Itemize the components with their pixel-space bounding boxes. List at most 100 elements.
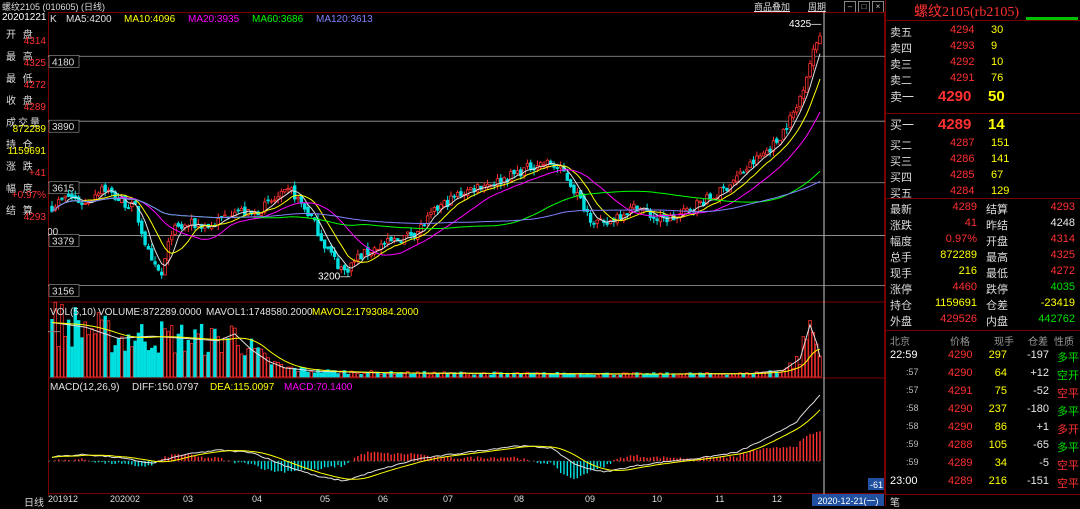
candle-body	[100, 186, 104, 195]
candle-body	[60, 197, 64, 200]
stat-label: 现手	[890, 268, 912, 280]
candle-body	[529, 162, 533, 170]
volume-bar	[558, 374, 563, 378]
candle-body	[632, 203, 636, 209]
volume-bar	[219, 352, 224, 378]
candle-body	[342, 265, 347, 271]
volume-bar	[239, 353, 244, 378]
bar-info-value: 4293	[23, 212, 46, 223]
tick-diff: -5	[1039, 457, 1049, 469]
ask-volume: 10	[991, 56, 1004, 68]
bid-label: 买一	[890, 118, 915, 132]
volume-bar	[406, 371, 410, 378]
x-axis-label: 12	[772, 494, 783, 504]
vol-legend-mavol1: MAVOL1:1748580.2000	[206, 307, 313, 318]
candle-body	[625, 213, 629, 216]
tick-volume: 297	[988, 349, 1007, 361]
candle-body	[435, 205, 440, 211]
tick-header-volume: 现手	[994, 337, 1014, 348]
candle-body	[169, 235, 174, 241]
x-axis-label: 04	[252, 494, 263, 504]
candle-body	[542, 163, 546, 166]
period-tab[interactable]: 日线	[24, 494, 44, 509]
ticks-tab[interactable]: 笔	[890, 494, 900, 509]
candle-body	[269, 200, 274, 203]
stat-label: 开盘	[986, 236, 1008, 248]
volume-bar	[492, 371, 496, 378]
candle-body	[386, 238, 390, 244]
volume-bar	[668, 373, 673, 378]
ask-row: 卖一 4290 50	[886, 88, 1080, 105]
volume-bar	[615, 373, 619, 378]
volume-bar	[642, 374, 646, 378]
candle-body	[785, 128, 789, 130]
bid-volume: 14	[988, 116, 1005, 133]
volume-bar	[83, 321, 87, 378]
candle-body	[425, 215, 430, 224]
volume-bar	[322, 371, 327, 378]
candle-body	[788, 115, 792, 128]
volume-bar	[243, 355, 247, 378]
stat-label: 涨跌	[890, 220, 912, 232]
volume-bar	[412, 373, 417, 378]
tick-row: 23:00 4289 216 -151 空平	[886, 475, 1080, 493]
candle-body	[565, 172, 570, 181]
title-bar: 螺纹2105 (010605) (日线) 商品叠加 周期 – □ ×	[0, 0, 885, 13]
volume-bar	[319, 372, 323, 378]
volume-bar	[588, 374, 593, 378]
volume-bar	[392, 374, 397, 378]
volume-bar	[422, 371, 427, 378]
candle-body	[618, 214, 623, 220]
candle-body	[731, 179, 736, 184]
ask-volume: 9	[991, 40, 998, 52]
candle-body	[442, 200, 447, 208]
candle-body	[80, 202, 84, 205]
volume-bar	[96, 312, 101, 378]
tick-volume: 237	[988, 403, 1007, 415]
tick-time: :59	[906, 457, 919, 467]
tick-time: :57	[906, 367, 919, 377]
candle-body	[795, 107, 799, 113]
bid-volume: 141	[991, 153, 1010, 165]
tick-nature: 多平	[1057, 352, 1079, 364]
volume-bar	[269, 364, 274, 378]
stat-value: 1159691	[934, 297, 977, 309]
macd-legend-dea: DEA:115.0097	[210, 382, 275, 393]
x-axis-label: 202002	[110, 494, 141, 504]
candle-body	[781, 128, 786, 141]
candle-body	[429, 211, 433, 215]
candle-body	[455, 192, 460, 197]
ask-volume: 50	[988, 88, 1005, 105]
candle-body	[243, 206, 247, 216]
candle-body	[93, 194, 97, 200]
volume-bar	[203, 354, 207, 378]
candle-body	[239, 207, 244, 212]
bid-price: 4289	[938, 116, 972, 133]
price-axis-label: 3615	[52, 184, 75, 195]
bid-price: 4284	[950, 185, 975, 197]
chart-area[interactable]: 4180 3890 3615 3379 3156 3400 4325— 3200— K MA5:4…	[48, 12, 885, 494]
candle-body	[266, 199, 270, 202]
tick-time: 23:00	[890, 475, 918, 487]
volume-bar	[555, 372, 560, 378]
x-axis-label: 10	[652, 494, 663, 504]
legend-ma5: MA5:4200	[66, 14, 112, 25]
price-axis-label: 3400	[48, 227, 59, 238]
tick-row: :58 4290 86 +1 多开	[886, 421, 1080, 439]
bar-info-value: 1159691	[7, 146, 46, 157]
price-axis-label: 4180	[52, 57, 75, 68]
candle-body	[319, 233, 323, 241]
divider	[886, 494, 1080, 495]
candle-body	[66, 193, 71, 197]
stat-label: 最高	[986, 252, 1008, 264]
stat-row: 幅度 0.97% 开盘 4314	[886, 233, 1080, 249]
candle-body	[808, 63, 812, 77]
volume-bar	[136, 332, 141, 378]
volume-bar	[665, 372, 669, 378]
volume-bar	[296, 371, 300, 378]
volume-bar	[63, 336, 67, 378]
volume-bar	[209, 327, 214, 378]
candle-body	[143, 231, 147, 246]
candle-body	[655, 218, 659, 221]
tick-nature: 空平	[1057, 388, 1079, 400]
